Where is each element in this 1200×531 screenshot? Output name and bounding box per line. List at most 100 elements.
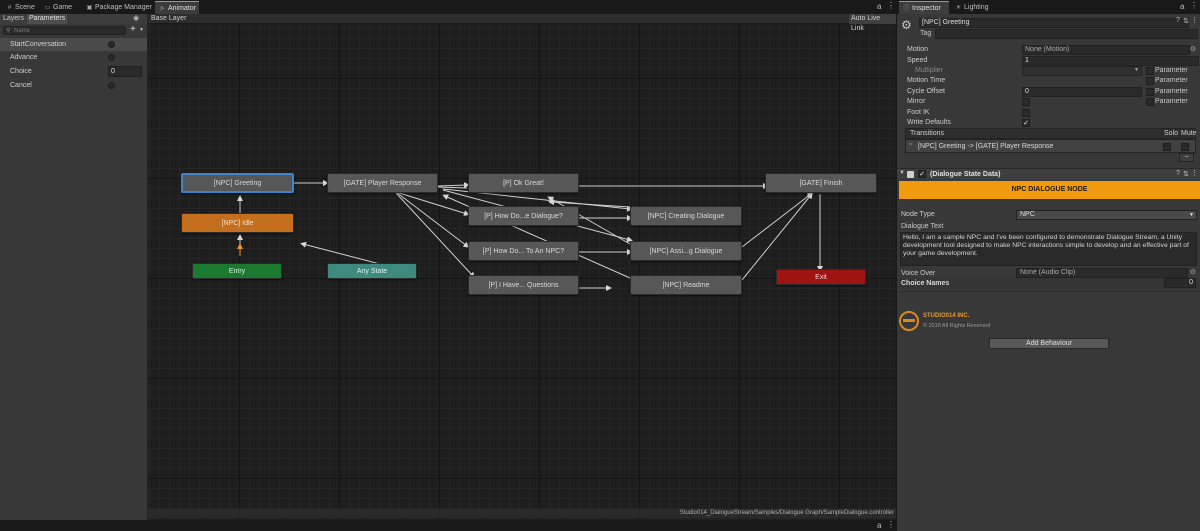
mirror-checkbox[interactable]	[1022, 98, 1030, 106]
chevron-down-icon: ▼	[1134, 67, 1139, 73]
transitions-header: Transitions Solo Mute	[905, 128, 1197, 139]
more-options-icon[interactable]: ⋮	[887, 520, 895, 529]
trigger-toggle[interactable]	[108, 41, 115, 48]
multiplier-label: Multiplier	[915, 67, 944, 74]
state-any[interactable]: Any State	[327, 263, 417, 279]
trigger-toggle[interactable]	[108, 82, 115, 89]
object-picker-icon[interactable]: ⊙	[1190, 45, 1196, 53]
multiplier-dropdown[interactable]: ▼	[1022, 66, 1142, 76]
motion-time-parameter-checkbox[interactable]	[1146, 77, 1154, 85]
parameter-row[interactable]: Choice 0	[0, 65, 147, 78]
lock-icon[interactable]: a	[1180, 2, 1184, 11]
state-how-dialogue[interactable]: [P] How Do...e Dialogue?	[468, 206, 579, 226]
parameter-row[interactable]: StartConversation	[0, 38, 147, 51]
eye-icon[interactable]: ◉	[133, 14, 139, 22]
tab-layers[interactable]: Layers	[3, 15, 24, 22]
mute-checkbox[interactable]	[1181, 143, 1189, 151]
tab-scene[interactable]: # Scene	[2, 1, 38, 14]
dialogue-text-area[interactable]: Hello, I am a sample NPC and I've been c…	[900, 232, 1197, 266]
state-entry[interactable]: Entry	[192, 263, 282, 279]
parameter-row[interactable]: Cancel	[0, 79, 147, 92]
add-behaviour-button[interactable]: Add Behaviour	[989, 338, 1109, 349]
copyright-text: © 2018 All Rights Reserved	[923, 323, 991, 329]
transition-item[interactable]: = [NPC] Greeting -> [GATE] Player Respon…	[905, 139, 1196, 153]
parameter-label: Parameter	[1155, 98, 1188, 105]
object-picker-icon[interactable]: ⊙	[1190, 268, 1196, 276]
inspector-panel: ⚙ [NPC] Greeting ? ⇅ ⋮ Tag Motion None (…	[897, 14, 1200, 531]
write-defaults-label: Write Defaults	[907, 119, 951, 126]
motion-field[interactable]: None (Motion)	[1022, 45, 1190, 55]
state-ok-great[interactable]: [P] Ok Great!	[468, 173, 579, 193]
help-icon[interactable]: ?	[1176, 17, 1180, 24]
parameter-row[interactable]: Advance	[0, 51, 147, 64]
tab-parameters[interactable]: Parameters	[27, 14, 68, 24]
drag-handle-icon[interactable]: =	[909, 142, 913, 148]
node-type-dropdown[interactable]: NPC ▼	[1016, 210, 1197, 220]
tab-game[interactable]: ▭ Game	[40, 1, 76, 14]
tab-animator[interactable]: ⊱ Animator	[155, 1, 199, 14]
component-title: (Dialogue State Data)	[930, 171, 1001, 178]
trigger-toggle[interactable]	[108, 54, 115, 61]
help-icon[interactable]: ?	[1176, 170, 1180, 177]
parameter-name: StartConversation	[10, 41, 67, 48]
cycle-offset-parameter-checkbox[interactable]	[1146, 88, 1154, 96]
tab-inspector[interactable]: ⓘ Inspector	[899, 1, 949, 14]
speed-field[interactable]: 1	[1022, 56, 1199, 66]
state-assigning-dialogue[interactable]: [NPC] Assi...g Dialogue	[630, 241, 742, 261]
settings-icon[interactable]: ⇅	[1183, 170, 1189, 178]
expand-arrow-icon[interactable]: ▼	[899, 170, 905, 176]
state-have-questions[interactable]: [P] I Have... Questions	[468, 275, 579, 295]
component-enabled-checkbox[interactable]: ✓	[918, 170, 926, 178]
parameter-label: Parameter	[1155, 67, 1188, 74]
lock-icon[interactable]: a	[877, 2, 881, 11]
state-gate-player-response[interactable]: [GATE] Player Response	[327, 173, 438, 193]
speed-label: Speed	[907, 57, 928, 64]
write-defaults-checkbox[interactable]: ✓	[1022, 119, 1030, 127]
search-icon: ⚲	[6, 28, 11, 34]
tab-label: Animator	[168, 5, 197, 12]
animator-graph[interactable]: Base Layer Auto Live Link [NPC] Greeting…	[148, 14, 896, 520]
state-gate-finish[interactable]: [GATE] Finish	[765, 173, 877, 193]
more-options-icon[interactable]: ⋮	[1191, 169, 1198, 177]
state-npc-idle[interactable]: [NPC] Idle	[181, 213, 294, 233]
foot-ik-checkbox[interactable]	[1022, 109, 1030, 117]
right-tab-strip: ⓘ Inspector ☀ Lighting a ⋮	[897, 0, 1200, 14]
tab-package-manager[interactable]: ▣ Package Manager	[82, 1, 152, 14]
int-value-field[interactable]: 0	[108, 66, 142, 77]
tab-label: Lighting	[964, 4, 989, 11]
component-header[interactable]: ▼ ✓ (Dialogue State Data) ? ⇅ ⋮	[897, 168, 1200, 179]
state-npc-greeting[interactable]: [NPC] Greeting	[181, 173, 294, 193]
settings-icon[interactable]: ⇅	[1183, 17, 1189, 25]
foot-ik-label: Foot IK	[907, 109, 930, 116]
chevron-down-icon: ▼	[1189, 212, 1194, 218]
multiplier-parameter-checkbox[interactable]	[1146, 67, 1154, 75]
more-options-icon[interactable]: ⋮	[1190, 1, 1198, 10]
tab-label: Game	[53, 4, 73, 11]
add-parameter-button[interactable]: +	[130, 24, 136, 35]
more-options-icon[interactable]: ⋮	[887, 1, 895, 10]
state-how-npc[interactable]: [P] How Do... To An NPC?	[468, 241, 579, 261]
state-creating-dialogue[interactable]: [NPC] Creating Dialogue	[630, 206, 742, 226]
choice-names-header[interactable]: Choice Names 0	[899, 278, 1200, 289]
parameter-label: Parameter	[1155, 88, 1188, 95]
search-field: ⚲	[3, 26, 126, 35]
left-tab-strip: # Scene ▭ Game ▣ Package Manager ⊱ Animator …	[0, 0, 896, 14]
solo-checkbox[interactable]	[1163, 143, 1171, 151]
more-options-icon[interactable]: ⋮	[1191, 16, 1198, 24]
state-readme[interactable]: [NPC] Readme	[630, 275, 742, 295]
object-name-field[interactable]: [NPC] Greeting	[919, 18, 1189, 28]
tab-lighting[interactable]: ☀ Lighting	[951, 1, 995, 14]
chevron-down-icon[interactable]: ▼	[139, 27, 144, 33]
cycle-offset-field[interactable]: 0	[1022, 87, 1142, 97]
tag-field[interactable]	[935, 29, 1198, 39]
lock-icon[interactable]: a	[877, 521, 881, 530]
remove-transition-button[interactable]: −	[1179, 153, 1194, 162]
tab-label: Inspector	[912, 5, 941, 12]
mirror-parameter-checkbox[interactable]	[1146, 98, 1154, 106]
state-exit[interactable]: Exit	[776, 269, 866, 285]
tab-label: Scene	[15, 4, 35, 11]
animator-state-icon: ⚙	[901, 18, 912, 32]
voice-over-field[interactable]: None (Audio Clip)	[1016, 268, 1188, 278]
search-input[interactable]	[14, 27, 124, 34]
choice-names-count[interactable]: 0	[1164, 278, 1196, 288]
